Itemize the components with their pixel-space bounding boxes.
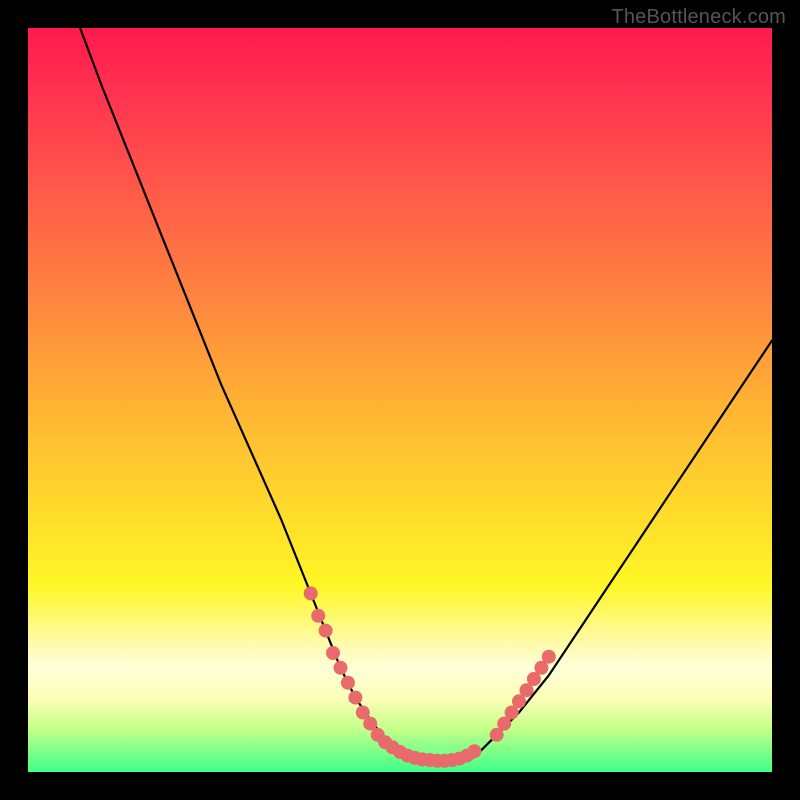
bottleneck-curve-path xyxy=(80,28,772,762)
data-point xyxy=(326,646,340,660)
watermark-text: TheBottleneck.com xyxy=(611,6,786,29)
data-point xyxy=(334,661,348,675)
data-point xyxy=(542,650,556,664)
bottleneck-chart xyxy=(28,28,772,772)
data-point xyxy=(304,586,318,600)
data-point xyxy=(319,624,333,638)
data-point xyxy=(341,676,355,690)
data-point xyxy=(348,691,362,705)
data-point xyxy=(467,744,481,758)
data-point-dots xyxy=(304,586,556,767)
data-point xyxy=(311,609,325,623)
